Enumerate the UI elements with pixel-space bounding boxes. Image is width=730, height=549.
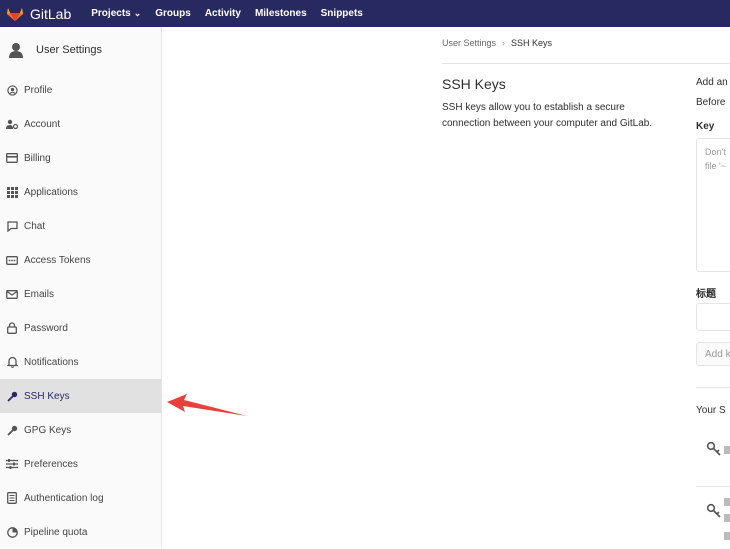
profile-icon xyxy=(6,84,18,96)
key-entry-redacted xyxy=(724,498,730,506)
gitlab-tanuki-icon xyxy=(7,7,23,21)
chevron-right-icon: › xyxy=(502,38,506,48)
key-entry-redacted xyxy=(724,532,730,540)
key-icon xyxy=(706,503,721,518)
nav-snippets-label: Snippets xyxy=(320,8,363,19)
sidebar-item-label: SSH Keys xyxy=(24,390,70,402)
sidebar-item-label: Account xyxy=(24,118,61,130)
key-textarea[interactable]: Don't file '~ xyxy=(696,138,730,272)
sidebar-item-preferences[interactable]: Preferences xyxy=(0,447,161,481)
sidebar-item-applications[interactable]: Applications xyxy=(0,175,161,209)
sidebar-item-access-tokens[interactable]: Access Tokens xyxy=(0,243,161,277)
nav-groups-label: Groups xyxy=(155,8,191,19)
key-icon xyxy=(6,424,18,436)
chevron-down-icon: ⌄ xyxy=(133,8,142,18)
nav-milestones[interactable]: Milestones xyxy=(255,8,307,19)
pipeline-icon xyxy=(6,526,18,538)
sidebar-item-authentication-log[interactable]: Authentication log xyxy=(0,481,161,515)
key-icon xyxy=(706,441,721,456)
page-description: SSH keys allow you to establish a secure… xyxy=(442,102,653,129)
brand-name: GitLab xyxy=(30,5,72,22)
nav-projects-label: Projects xyxy=(91,8,131,19)
user-avatar-icon xyxy=(9,43,23,58)
sidebar-item-label: Applications xyxy=(24,186,78,198)
lock-icon xyxy=(6,322,18,334)
nav-snippets[interactable]: Snippets xyxy=(321,8,363,19)
sidebar-item-label: Preferences xyxy=(24,458,78,470)
breadcrumb-current[interactable]: SSH Keys xyxy=(511,38,552,48)
preferences-icon xyxy=(6,458,18,470)
bell-icon xyxy=(6,356,18,368)
annotation-arrow xyxy=(167,394,247,416)
email-icon xyxy=(6,288,18,300)
divider xyxy=(442,63,730,64)
sidebar-item-chat[interactable]: Chat xyxy=(0,209,161,243)
log-icon xyxy=(6,492,18,504)
add-key-button[interactable]: Add k xyxy=(696,342,730,366)
add-key-hint: Before xyxy=(696,97,726,108)
divider xyxy=(696,387,730,388)
nav-activity-label: Activity xyxy=(204,8,241,19)
sidebar-item-label: Billing xyxy=(24,152,51,164)
key-entry-redacted xyxy=(724,446,730,454)
sidebar-item-label: Notifications xyxy=(24,356,79,368)
top-nav: Projects ⌄ Groups Activity Milestones Sn… xyxy=(91,8,377,19)
sidebar-header-label: User Settings xyxy=(36,44,103,56)
breadcrumb-parent[interactable]: User Settings xyxy=(442,38,496,48)
sidebar-item-label: Emails xyxy=(24,288,55,300)
nav-milestones-label: Milestones xyxy=(254,8,307,19)
chat-icon xyxy=(6,220,18,232)
billing-icon xyxy=(6,152,18,164)
sidebar-item-label: Access Tokens xyxy=(24,254,91,266)
account-icon xyxy=(6,118,18,130)
settings-sidebar: User Settings Profile Account Billing Ap… xyxy=(0,27,162,548)
sidebar-item-label: Authentication log xyxy=(24,492,104,504)
key-field-label: Key xyxy=(696,121,715,132)
nav-groups[interactable]: Groups xyxy=(155,8,191,19)
applications-icon xyxy=(6,186,18,198)
sidebar-item-password[interactable]: Password xyxy=(0,311,161,345)
sidebar-header[interactable]: User Settings xyxy=(0,27,161,73)
page-title: SSH Keys xyxy=(442,76,506,92)
sidebar-item-label: Profile xyxy=(24,84,53,96)
sidebar-item-label: Password xyxy=(24,322,68,334)
sidebar-item-label: Chat xyxy=(24,220,46,232)
title-field-label: 标题 xyxy=(696,289,716,300)
key-entry-redacted xyxy=(724,514,730,522)
your-keys-heading: Your S xyxy=(696,405,726,416)
sidebar-item-account[interactable]: Account xyxy=(0,107,161,141)
top-navbar: GitLab Projects ⌄ Groups Activity Milest… xyxy=(0,0,730,27)
sidebar-item-emails[interactable]: Emails xyxy=(0,277,161,311)
sidebar-item-pipeline-quota[interactable]: Pipeline quota xyxy=(0,515,161,549)
divider xyxy=(696,486,730,487)
sidebar-item-notifications[interactable]: Notifications xyxy=(0,345,161,379)
title-input[interactable] xyxy=(696,303,730,331)
sidebar-item-profile[interactable]: Profile xyxy=(0,73,161,107)
sidebar-item-label: Pipeline quota xyxy=(24,526,88,538)
key-icon xyxy=(6,390,18,402)
nav-activity[interactable]: Activity xyxy=(205,8,241,19)
sidebar-item-billing[interactable]: Billing xyxy=(0,141,161,175)
access-tokens-icon xyxy=(6,254,18,266)
sidebar-item-ssh-keys[interactable]: SSH Keys xyxy=(0,379,161,413)
sidebar-item-label: GPG Keys xyxy=(24,424,72,436)
sidebar-item-gpg-keys[interactable]: GPG Keys xyxy=(0,413,161,447)
add-key-heading: Add an xyxy=(696,77,728,88)
key-textarea-placeholder: Don't file '~ xyxy=(705,147,726,171)
gitlab-logo[interactable]: GitLab xyxy=(6,6,71,22)
breadcrumb: User Settings › SSH Keys xyxy=(442,38,552,48)
nav-projects[interactable]: Projects ⌄ xyxy=(91,8,141,19)
